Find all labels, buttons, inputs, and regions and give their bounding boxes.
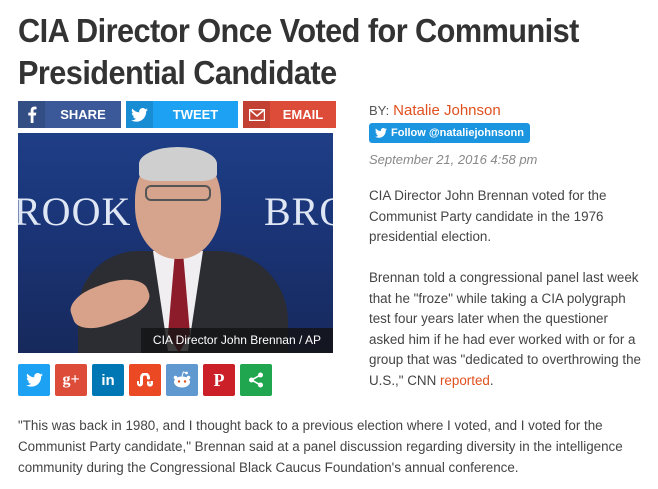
google-plus-share-button[interactable]: g+: [55, 364, 87, 396]
twitter-icon: [126, 101, 153, 128]
pinterest-icon: P: [213, 369, 225, 390]
follow-label: Follow @nataliejohnsonn: [391, 127, 524, 139]
article-paragraph: CIA Director John Brennan voted for the …: [369, 188, 607, 244]
email-share-label: EMAIL: [282, 107, 324, 122]
twitter-tweet-button[interactable]: TWEET: [126, 101, 238, 128]
facebook-icon: [18, 101, 45, 128]
paragraph-text: .: [489, 372, 494, 388]
publish-date: September 21, 2016 4:58 pm: [369, 152, 538, 167]
share-icon: [249, 372, 263, 388]
author-link[interactable]: Natalie Johnson: [393, 102, 501, 119]
photo-backdrop-text: ROOK: [18, 189, 132, 234]
article-paragraph: Brennan told a congressional panel last …: [369, 268, 647, 391]
stumbleupon-icon: [137, 373, 153, 387]
article-photo: ROOK BRO CIA Director John Brennan / AP: [18, 133, 333, 353]
twitter-share-button[interactable]: [18, 364, 50, 396]
twitter-icon: [375, 128, 387, 138]
social-share-row: g+ in P: [18, 364, 272, 396]
twitter-icon: [25, 373, 43, 387]
pinterest-share-button[interactable]: P: [203, 364, 235, 396]
linkedin-share-button[interactable]: in: [92, 364, 124, 396]
reddit-share-button[interactable]: [166, 364, 198, 396]
byline: BY: Natalie Johnson: [369, 102, 644, 119]
twitter-tweet-label: TWEET: [172, 107, 219, 122]
twitter-follow-button[interactable]: Follow @nataliejohnsonn: [369, 123, 530, 143]
reported-link[interactable]: reported: [440, 373, 490, 388]
linkedin-icon: in: [101, 371, 115, 389]
article-headline: CIA Director Once Voted for Communist Pr…: [18, 12, 579, 91]
facebook-share-label: SHARE: [60, 107, 106, 122]
photo-backdrop-text: BRO: [264, 189, 333, 234]
photo-caption: CIA Director John Brennan / AP: [140, 328, 333, 353]
paragraph-text: Brennan told a congressional panel last …: [369, 270, 641, 388]
facebook-share-button[interactable]: SHARE: [18, 101, 121, 128]
email-share-button[interactable]: EMAIL: [243, 101, 336, 128]
generic-share-button[interactable]: [240, 364, 272, 396]
stumbleupon-share-button[interactable]: [129, 364, 161, 396]
google-plus-icon: g+: [62, 371, 80, 388]
article-paragraph: "This was back in 1980, and I thought ba…: [18, 418, 623, 475]
reddit-icon: [173, 371, 191, 388]
article-meta: BY: Natalie Johnson Follow @nataliejohns…: [369, 102, 644, 167]
email-icon: [243, 101, 270, 128]
photo-figure-glasses: [145, 185, 211, 201]
share-bar: SHARE TWEET EMAIL: [18, 101, 336, 128]
photo-figure-hair: [139, 147, 217, 181]
byline-prefix: BY:: [369, 103, 390, 118]
